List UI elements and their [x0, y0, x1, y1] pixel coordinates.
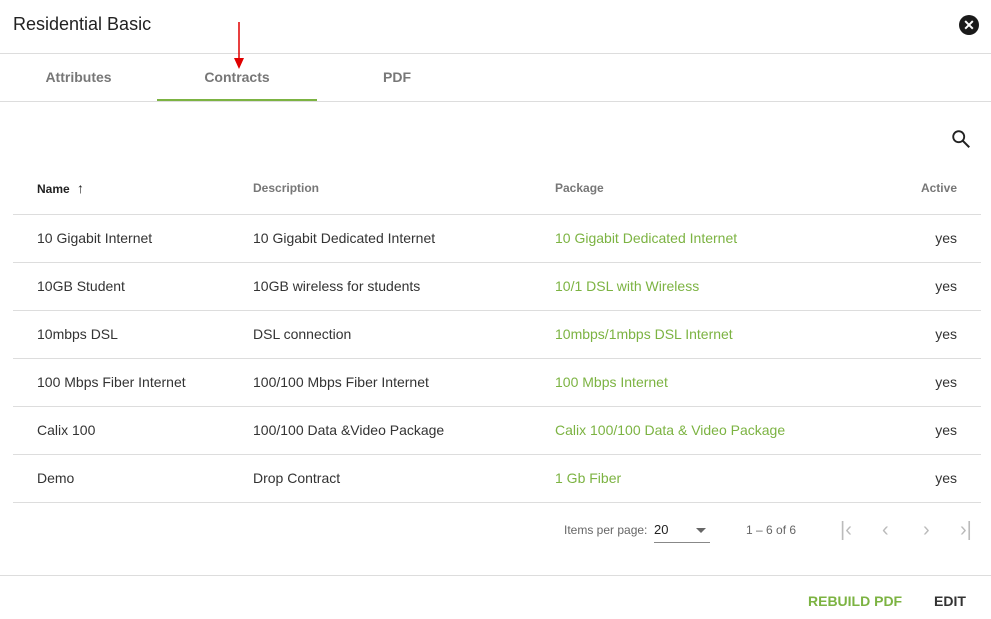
cell-active: yes	[892, 406, 981, 455]
package-link[interactable]: 10mbps/1mbps DSL Internet	[555, 310, 893, 359]
cell-description: Drop Contract	[253, 454, 555, 503]
cell-description: 100/100 Data &Video Package	[253, 406, 555, 455]
contracts-table: Name ↑ Description Package Active 10 Gig…	[13, 163, 981, 503]
column-header-package[interactable]: Package	[555, 163, 893, 215]
column-header-description[interactable]: Description	[253, 163, 555, 215]
first-page-icon[interactable]: |‹	[840, 519, 852, 542]
cell-active: yes	[892, 358, 981, 407]
dialog-title: Residential Basic	[13, 14, 152, 34]
rebuild-pdf-button[interactable]: REBUILD PDF	[808, 593, 902, 609]
package-link[interactable]: 100 Mbps Internet	[555, 358, 893, 407]
table-row[interactable]: Demo Drop Contract 1 Gb Fiber yes	[13, 454, 981, 503]
cell-description: 10 Gigabit Dedicated Internet	[253, 214, 555, 263]
close-icon[interactable]: ✕	[959, 15, 979, 35]
package-link[interactable]: Calix 100/100 Data & Video Package	[555, 406, 893, 455]
package-link[interactable]: 10 Gigabit Dedicated Internet	[555, 214, 893, 263]
column-header-active[interactable]: Active	[892, 163, 981, 215]
last-page-icon[interactable]: ›|	[960, 519, 972, 542]
cell-description: DSL connection	[253, 310, 555, 359]
cell-name: 10mbps DSL	[13, 310, 253, 359]
package-link[interactable]: 1 Gb Fiber	[555, 454, 893, 503]
annotation-arrow-icon	[234, 22, 244, 69]
tab-pdf[interactable]: PDF	[317, 54, 477, 101]
divider	[0, 575, 991, 576]
sort-ascending-icon: ↑	[77, 180, 85, 197]
cell-active: yes	[892, 214, 981, 263]
cell-active: yes	[892, 454, 981, 503]
divider	[0, 101, 991, 102]
tab-attributes[interactable]: Attributes	[0, 54, 157, 101]
cell-description: 100/100 Mbps Fiber Internet	[253, 358, 555, 407]
next-page-icon[interactable]: ›	[923, 519, 930, 542]
items-per-page-select[interactable]: 20	[654, 522, 710, 543]
cell-description: 10GB wireless for students	[253, 262, 555, 311]
page-range: 1 – 6 of 6	[746, 523, 797, 537]
dropdown-arrow-icon	[696, 528, 706, 533]
package-link[interactable]: 10/1 DSL with Wireless	[555, 262, 893, 311]
table-row[interactable]: 10 Gigabit Internet 10 Gigabit Dedicated …	[13, 214, 981, 263]
column-header-name[interactable]: Name ↑	[13, 163, 253, 215]
cell-name: 100 Mbps Fiber Internet	[13, 358, 253, 407]
edit-button[interactable]: EDIT	[934, 593, 966, 609]
search-icon[interactable]	[950, 128, 972, 150]
previous-page-icon[interactable]: ‹	[882, 519, 889, 542]
table-row[interactable]: Calix 100 100/100 Data &Video Package Cali…	[13, 406, 981, 455]
cell-name: Demo	[13, 454, 253, 503]
cell-active: yes	[892, 310, 981, 359]
table-row[interactable]: 100 Mbps Fiber Internet 100/100 Mbps Fibe…	[13, 358, 981, 407]
cell-name: 10 Gigabit Internet	[13, 214, 253, 263]
cell-active: yes	[892, 262, 981, 311]
table-row[interactable]: 10mbps DSL DSL connection 10mbps/1mbps DSL…	[13, 310, 981, 359]
table-row[interactable]: 10GB Student 10GB wireless for students 10…	[13, 262, 981, 311]
items-per-page-label: Items per page:	[564, 523, 648, 537]
cell-name: Calix 100	[13, 406, 253, 455]
cell-name: 10GB Student	[13, 262, 253, 311]
